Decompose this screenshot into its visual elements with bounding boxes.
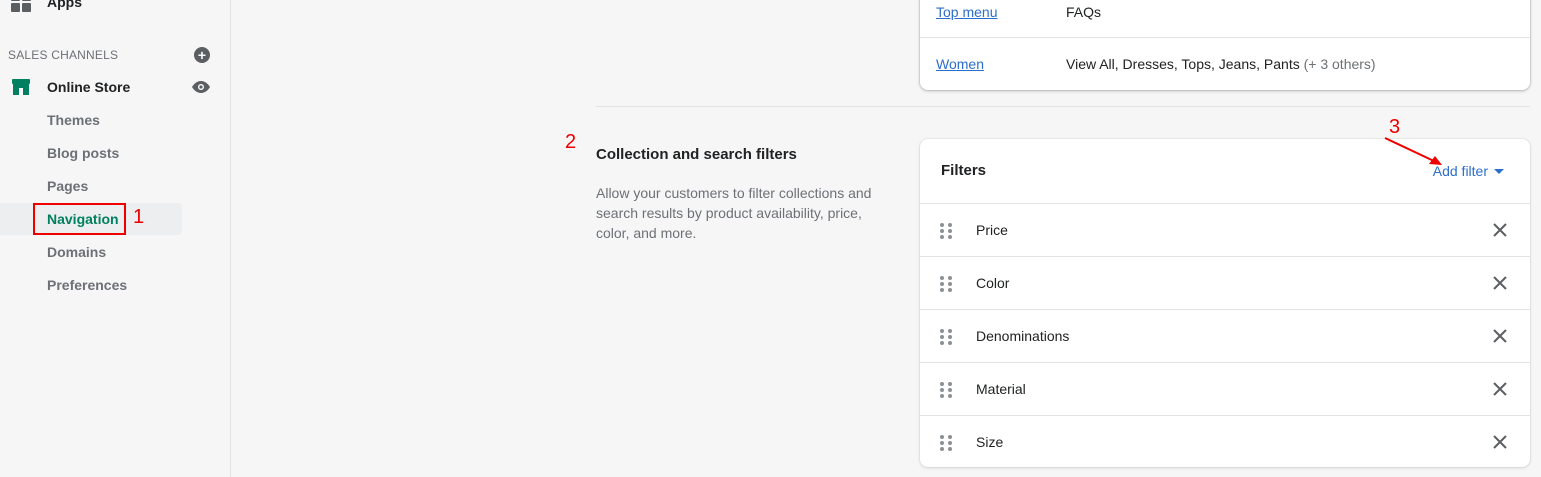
plus-circle-icon[interactable]: + (194, 47, 210, 63)
apps-grid-icon (11, 0, 31, 12)
close-icon[interactable] (1492, 275, 1508, 291)
menu-link-women[interactable]: Women (936, 56, 984, 72)
sidebar-item-pages[interactable]: Pages (47, 176, 88, 196)
filters-title: Filters (941, 162, 987, 179)
menu-items-text: View All, Dresses, Tops, Jeans, Pants (1066, 56, 1300, 72)
filter-label: Size (976, 434, 1004, 450)
section-divider (596, 106, 1530, 107)
filter-row: Price (920, 204, 1530, 257)
caret-down-icon (1494, 168, 1504, 174)
annotation-highlight-box (33, 203, 126, 235)
sidebar-item-label: Apps (47, 0, 82, 10)
menu-row: Women View All, Dresses, Tops, Jeans, Pa… (920, 37, 1530, 90)
sales-channels-header: SALES CHANNELS + (8, 46, 210, 64)
sidebar-item-label: Online Store (47, 79, 131, 95)
section-description: Allow your customers to filter collectio… (596, 185, 872, 241)
eye-icon[interactable] (192, 81, 210, 93)
section-title: Collection and search filters (596, 146, 797, 163)
store-icon (12, 79, 30, 95)
close-icon[interactable] (1492, 328, 1508, 344)
filters-card: Filters Add filter Price Color Denominat… (920, 139, 1530, 467)
annotation-arrow-icon (1384, 137, 1442, 165)
drag-handle-icon[interactable] (940, 382, 952, 398)
drag-handle-icon[interactable] (940, 329, 952, 345)
close-icon[interactable] (1492, 381, 1508, 397)
filter-row: Material (920, 363, 1530, 416)
sidebar-item-preferences[interactable]: Preferences (47, 275, 127, 295)
close-icon[interactable] (1492, 434, 1508, 450)
menu-items: FAQs (1066, 4, 1102, 20)
filter-row: Size (920, 416, 1530, 469)
drag-handle-icon[interactable] (940, 223, 952, 239)
menu-items: View All, Dresses, Tops, Jeans, Pants (+… (1066, 56, 1376, 72)
drag-handle-icon[interactable] (940, 435, 952, 451)
menu-link-top-menu[interactable]: Top menu (936, 4, 997, 20)
annotation-step-1: 1 (133, 206, 145, 228)
annotation-step-2: 2 (565, 131, 577, 153)
filter-label: Denominations (976, 328, 1070, 344)
sidebar-item-online-store[interactable]: Online Store (11, 76, 210, 98)
sidebar-item-themes[interactable]: Themes (47, 110, 100, 130)
filter-label: Price (976, 222, 1008, 238)
sidebar: Apps SALES CHANNELS + Online Store Theme… (0, 0, 231, 477)
filter-row: Color (920, 257, 1530, 310)
filter-row: Denominations (920, 310, 1530, 363)
sidebar-item-blog-posts[interactable]: Blog posts (47, 143, 119, 163)
sales-channels-title: SALES CHANNELS (8, 48, 119, 62)
menu-items-extra: (+ 3 others) (1303, 56, 1376, 72)
sidebar-item-apps[interactable]: Apps (11, 0, 82, 14)
drag-handle-icon[interactable] (940, 276, 952, 292)
filter-label: Material (976, 381, 1026, 397)
filter-label: Color (976, 275, 1010, 291)
close-icon[interactable] (1492, 222, 1508, 238)
menus-card-body: Top menu FAQs Women View All, Dresses, T… (920, 0, 1530, 90)
menu-row: Top menu FAQs (920, 0, 1530, 37)
sidebar-item-domains[interactable]: Domains (47, 242, 106, 262)
